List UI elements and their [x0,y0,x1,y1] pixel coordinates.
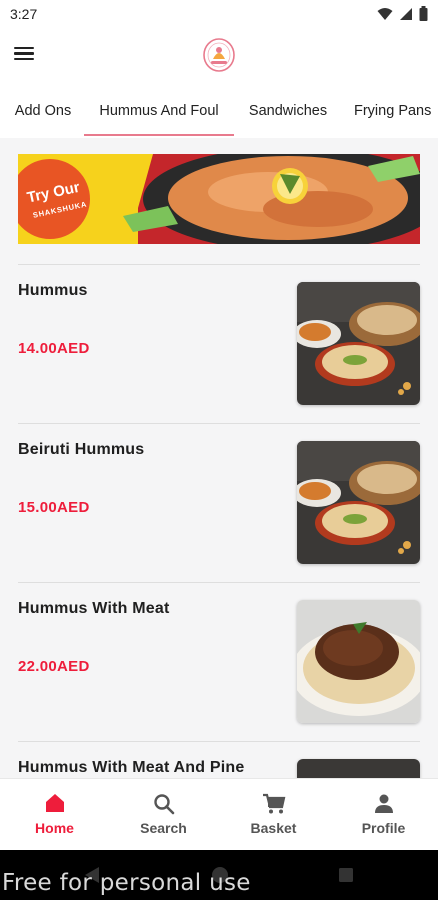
divider [18,741,420,742]
item-name: Beiruti Hummus [18,441,145,458]
battery-icon [419,6,428,21]
restaurant-logo-icon[interactable] [202,37,236,73]
menu-content[interactable]: Try Our SHAKSHUKA Hummus 14.00AED Beirut… [0,138,438,778]
divider [18,582,420,583]
item-price: 22.00AED [18,658,90,675]
nav-search[interactable]: Search [109,779,218,851]
signal-icon [400,7,412,20]
divider [18,264,420,265]
nav-label: Home [35,820,74,836]
tab-sandwiches[interactable]: Sandwiches [246,90,330,136]
nav-label: Basket [250,820,297,836]
item-price: 15.00AED [18,499,90,516]
menu-item[interactable]: Beiruti Hummus 15.00AED [18,423,420,581]
status-time: 3:27 [10,6,38,22]
cart-icon [262,793,285,814]
search-icon [153,794,174,815]
menu-item[interactable]: Hummus With Meat 22.00AED [18,582,420,740]
wifi-icon [377,7,393,20]
hamburger-menu-icon[interactable] [14,44,40,68]
item-image-hummus-with-meat-and-pine[interactable] [297,759,420,778]
promo-banner[interactable]: Try Our SHAKSHUKA [18,154,420,244]
item-name: Hummus [18,282,88,299]
item-image-beiruti-hummus[interactable] [297,441,420,564]
bottom-navigation: Home Search Basket Profile [0,778,438,850]
nav-basket[interactable]: Basket [219,779,328,851]
system-navigation-bar: Free for personal use [0,850,438,900]
item-image-hummus[interactable] [297,282,420,405]
nav-profile[interactable]: Profile [329,779,438,851]
item-price: 14.00AED [18,340,90,357]
item-image-hummus-with-meat[interactable] [297,600,420,723]
item-name: Hummus With Meat And Pine [18,759,245,776]
nav-home[interactable]: Home [0,779,109,851]
home-icon [45,794,64,812]
tab-frying-pans[interactable]: Frying Pans [354,90,438,136]
divider [18,423,420,424]
tab-hummus-and-foul[interactable]: Hummus And Foul [84,90,234,136]
app-header [0,28,438,84]
nav-label: Profile [361,820,406,836]
menu-item[interactable]: Hummus 14.00AED [18,264,420,422]
status-icons [377,6,428,21]
tab-add-ons[interactable]: Add Ons [13,90,73,136]
watermark: Free for personal use [2,870,251,896]
banner-image: Try Our SHAKSHUKA [18,154,420,244]
person-icon [374,794,393,813]
nav-label: Search [140,820,187,836]
status-bar: 3:27 [0,0,438,28]
category-tabs: Add Ons Hummus And Foul Sandwiches Fryin… [0,90,438,136]
menu-item[interactable]: Hummus With Meat And Pine [18,741,420,778]
item-name: Hummus With Meat [18,600,170,617]
recents-icon[interactable] [338,867,354,883]
